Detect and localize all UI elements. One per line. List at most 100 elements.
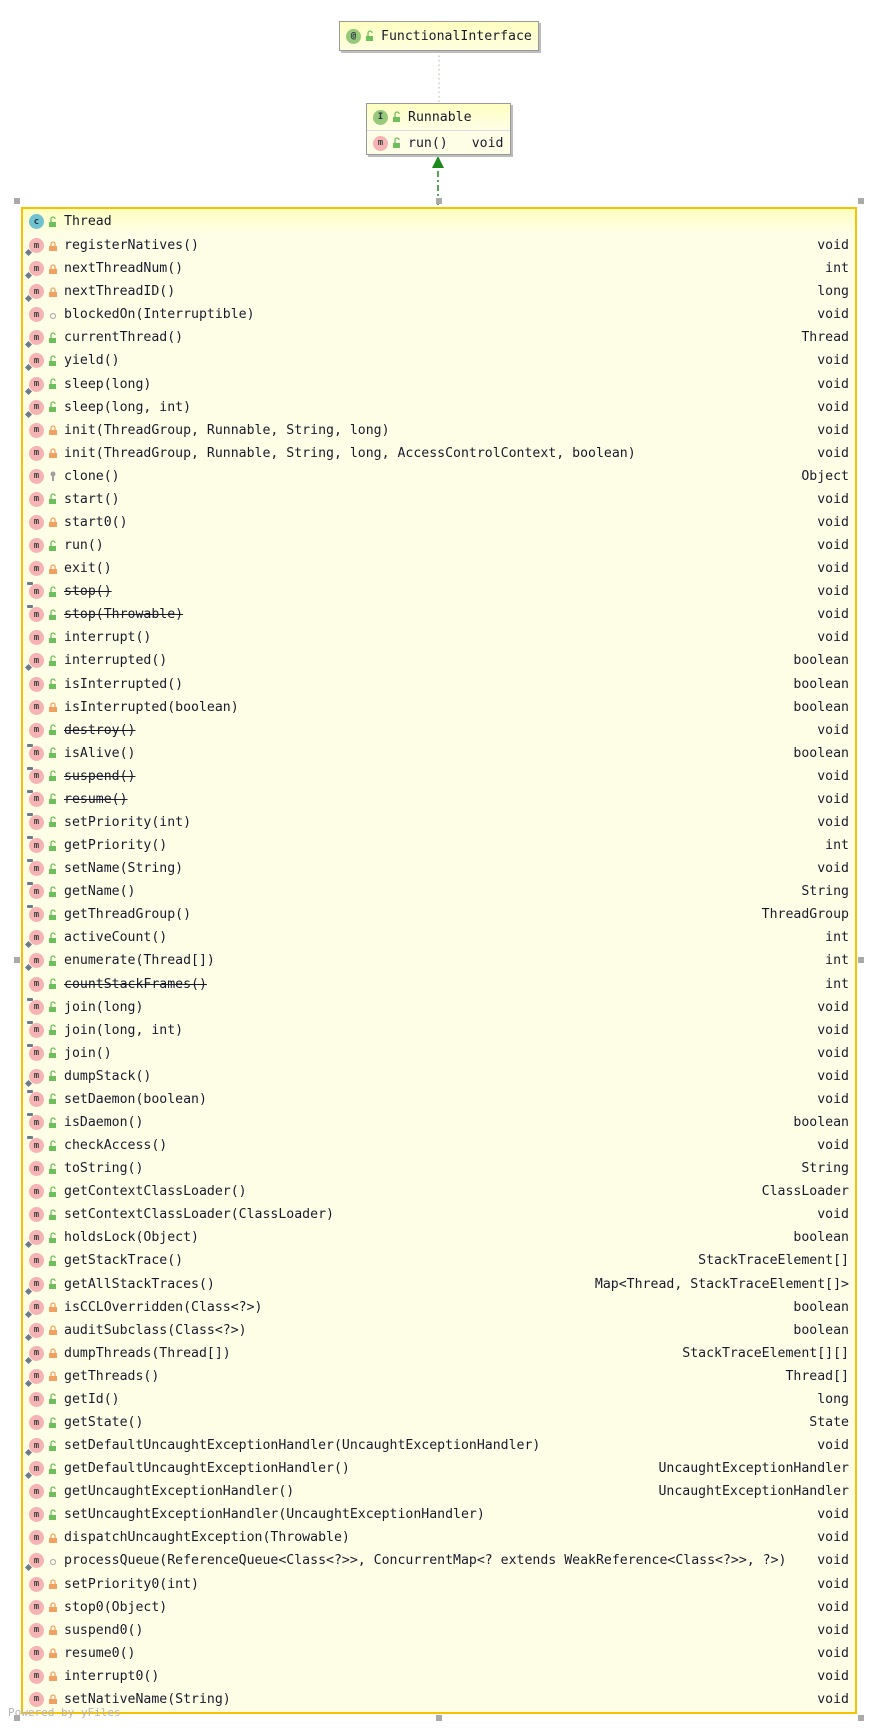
method-row[interactable]: m suspend() void [23, 765, 855, 788]
method-row[interactable]: m init(ThreadGroup, Runnable, String, lon… [23, 442, 855, 465]
method-row[interactable]: m join() void [23, 1042, 855, 1065]
method-row[interactable]: m setUncaughtExceptionHandler(UncaughtExc… [23, 1503, 855, 1526]
method-row[interactable]: m sleep(long) void [23, 372, 855, 395]
method-row[interactable]: m init(ThreadGroup, Runnable, String, lon… [23, 419, 855, 442]
method-name: stop0(Object) [64, 1599, 168, 1615]
method-row[interactable]: m start() void [23, 488, 855, 511]
method-row[interactable]: m nextThreadNum() int [23, 257, 855, 280]
method-row[interactable]: m isInterrupted() boolean [23, 672, 855, 695]
method-type: void [471, 135, 504, 151]
thread-node[interactable]: c Thread m registerNatives() void m nextThre… [21, 207, 857, 1714]
method-row[interactable]: m getId() long [23, 1388, 855, 1411]
method-row[interactable]: m setContextClassLoader(ClassLoader) void [23, 1203, 855, 1226]
method-row[interactable]: m getDefaultUncaughtExceptionHandler() Unc… [23, 1457, 855, 1480]
method-row[interactable]: m processQueue(ReferenceQueue<Class<?>>, … [23, 1549, 855, 1572]
method-row[interactable]: m setName(String) void [23, 857, 855, 880]
resize-handle[interactable] [14, 957, 20, 963]
method-row[interactable]: m resume0() void [23, 1642, 855, 1665]
resize-handle[interactable] [858, 1715, 864, 1721]
method-type: boolean [793, 1322, 849, 1338]
method-row[interactable]: m isDaemon() boolean [23, 1111, 855, 1134]
method-row[interactable]: m setNativeName(String) void [23, 1688, 855, 1711]
method-row[interactable]: m isCCLOverridden(Class<?>) boolean [23, 1296, 855, 1319]
method-row[interactable]: m setDefaultUncaughtExceptionHandler(Unca… [23, 1434, 855, 1457]
method-row[interactable]: m getUncaughtExceptionHandler() UncaughtEx… [23, 1480, 855, 1503]
public-visibility-icon [48, 1232, 58, 1244]
method-row[interactable]: m countStackFrames() int [23, 973, 855, 996]
method-row[interactable]: m getState() State [23, 1411, 855, 1434]
method-row[interactable]: m getStackTrace() StackTraceElement[] [23, 1249, 855, 1272]
resize-handle[interactable] [858, 957, 864, 963]
method-row[interactable]: m setPriority0(int) void [23, 1573, 855, 1596]
method-row[interactable]: m exit() void [23, 557, 855, 580]
method-name: setContextClassLoader(ClassLoader) [64, 1207, 334, 1223]
method-row[interactable]: m interrupt0() void [23, 1665, 855, 1688]
method-row[interactable]: m suspend0() void [23, 1619, 855, 1642]
method-row[interactable]: m resume() void [23, 788, 855, 811]
method-row[interactable]: m stop() void [23, 580, 855, 603]
method-row[interactable]: m dispatchUncaughtException(Throwable) voi… [23, 1526, 855, 1549]
method-name: countStackFrames() [64, 976, 207, 992]
functional-interface-node[interactable]: @ FunctionalInterface [339, 21, 539, 51]
method-row[interactable]: m clone() Object [23, 465, 855, 488]
method-row[interactable]: m run() void [367, 130, 510, 155]
thread-header[interactable]: c Thread [23, 209, 855, 234]
method-row[interactable]: m activeCount() int [23, 926, 855, 949]
method-row[interactable]: m destroy() void [23, 719, 855, 742]
method-type: Thread[] [785, 1368, 849, 1384]
public-visibility-icon [48, 378, 58, 390]
method-row[interactable]: m join(long, int) void [23, 1019, 855, 1042]
method-row[interactable]: m checkAccess() void [23, 1134, 855, 1157]
private-visibility-icon [48, 516, 58, 528]
method-type: void [817, 1599, 849, 1615]
method-row[interactable]: m currentThread() Thread [23, 326, 855, 349]
resize-handle[interactable] [858, 198, 864, 204]
method-row[interactable]: m yield() void [23, 349, 855, 372]
method-row[interactable]: m sleep(long, int) void [23, 396, 855, 419]
public-visibility-icon [48, 1001, 58, 1013]
method-row[interactable]: m isInterrupted(boolean) boolean [23, 696, 855, 719]
method-row[interactable]: m getThreads() Thread[] [23, 1365, 855, 1388]
method-icon: m [24, 399, 44, 418]
method-row[interactable]: m interrupted() boolean [23, 649, 855, 672]
method-row[interactable]: m setDaemon(boolean) void [23, 1088, 855, 1111]
method-row[interactable]: m getAllStackTraces() Map<Thread, StackTra… [23, 1273, 855, 1296]
method-row[interactable]: m registerNatives() void [23, 234, 855, 257]
method-icon: m [27, 882, 44, 900]
method-icon: m [29, 538, 44, 554]
method-type: ClassLoader [761, 1184, 849, 1200]
method-row[interactable]: m interrupt() void [23, 626, 855, 649]
method-row[interactable]: m stop0(Object) void [23, 1596, 855, 1619]
public-visibility-icon [48, 793, 58, 805]
method-row[interactable]: m join(long) void [23, 996, 855, 1019]
method-row[interactable]: m dumpThreads(Thread[]) StackTraceElement[… [23, 1342, 855, 1365]
method-row[interactable]: m isAlive() boolean [23, 742, 855, 765]
method-row[interactable]: m run() void [23, 534, 855, 557]
method-row[interactable]: m getThreadGroup() ThreadGroup [23, 903, 855, 926]
method-type: void [817, 1138, 849, 1154]
method-row[interactable]: m blockedOn(Interruptible) void [23, 303, 855, 326]
method-row[interactable]: m dumpStack() void [23, 1065, 855, 1088]
resize-handle[interactable] [436, 198, 442, 204]
method-row[interactable]: m auditSubclass(Class<?>) boolean [23, 1319, 855, 1342]
method-type: boolean [793, 1299, 849, 1315]
method-row[interactable]: m getPriority() int [23, 834, 855, 857]
runnable-node[interactable]: I Runnable m run() void [366, 103, 511, 155]
method-row[interactable]: m enumerate(Thread[]) int [23, 949, 855, 972]
method-row[interactable]: m stop(Throwable) void [23, 603, 855, 626]
method-row[interactable]: m nextThreadID() long [23, 280, 855, 303]
method-row[interactable]: m getName() String [23, 880, 855, 903]
method-row[interactable]: m getContextClassLoader() ClassLoader [23, 1180, 855, 1203]
resize-handle[interactable] [14, 198, 20, 204]
method-row[interactable]: m setPriority(int) void [23, 811, 855, 834]
method-icon: m [29, 699, 44, 715]
resize-handle[interactable] [436, 1715, 442, 1721]
method-icon: m [27, 836, 44, 854]
method-name: stop(Throwable) [64, 607, 184, 623]
method-icon: m [24, 1368, 44, 1387]
method-row[interactable]: m holdsLock(Object) boolean [23, 1226, 855, 1249]
method-name: sleep(long, int) [64, 399, 192, 415]
public-visibility-icon [48, 1439, 58, 1452]
method-row[interactable]: m start0() void [23, 511, 855, 534]
method-row[interactable]: m toString() String [23, 1157, 855, 1180]
